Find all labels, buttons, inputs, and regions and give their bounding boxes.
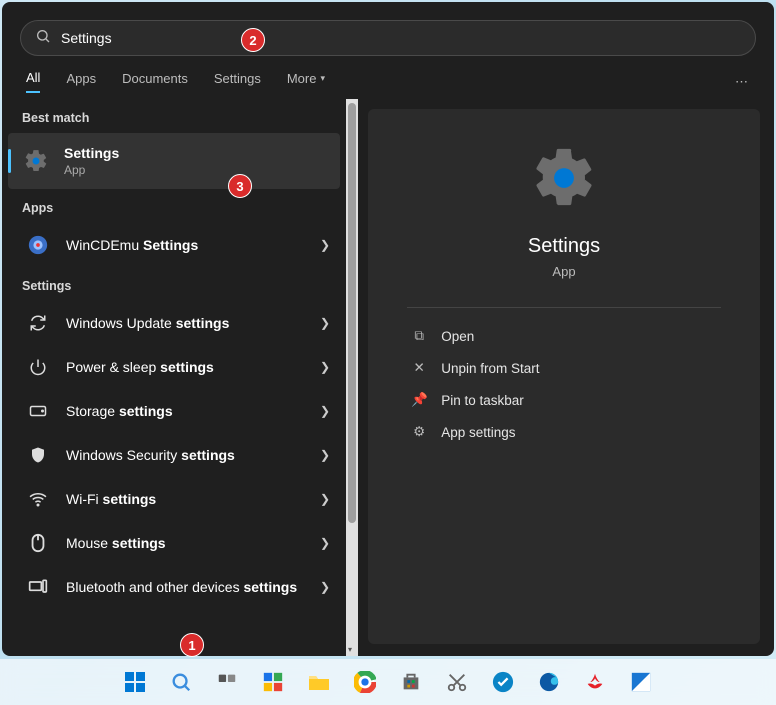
store-button[interactable] (395, 666, 427, 698)
open-icon: ⧉ (411, 328, 427, 344)
tab-settings[interactable]: Settings (214, 71, 261, 92)
action-app-settings[interactable]: ⚙App settings (407, 416, 721, 448)
wincdemu-icon (24, 231, 52, 259)
tab-apps[interactable]: Apps (66, 71, 96, 92)
options-button[interactable]: ⋯ (735, 74, 750, 90)
file-explorer[interactable] (303, 666, 335, 698)
edge-button[interactable] (533, 666, 565, 698)
gear-icon: ⚙ (411, 424, 427, 440)
chevron-right-icon: ❯ (320, 404, 330, 418)
unpin-icon: ✕ (411, 360, 427, 376)
todoist-button[interactable] (487, 666, 519, 698)
taskbar (0, 659, 776, 705)
preview-pane: Settings App ⧉Open ✕Unpin from Start 📌Pi… (358, 99, 774, 656)
result-subtitle: App (64, 163, 326, 177)
tab-documents[interactable]: Documents (122, 71, 188, 92)
preview-card: Settings App ⧉Open ✕Unpin from Start 📌Pi… (368, 109, 760, 644)
chevron-right-icon: ❯ (320, 492, 330, 506)
chevron-down-icon: ▾ (320, 73, 325, 84)
content-row: Best match Settings App Apps WinCDEmu Se… (2, 99, 774, 656)
filter-tabs: All Apps Documents Settings More▾ ⋯ (2, 66, 774, 99)
search-bar-wrap (2, 2, 774, 66)
chevron-right-icon: ❯ (320, 536, 330, 550)
setting-storage[interactable]: Storage settings ❯ (2, 389, 346, 433)
chrome-button[interactable] (349, 666, 381, 698)
shield-icon (24, 441, 52, 469)
best-match-result[interactable]: Settings App (8, 133, 340, 189)
preview-subtitle: App (552, 264, 575, 279)
snipping-tool[interactable] (441, 666, 473, 698)
selection-indicator (8, 149, 11, 173)
preview-title: Settings (528, 235, 600, 258)
devices-icon (24, 573, 52, 601)
results-scrollbar[interactable]: ▾ (346, 99, 358, 656)
mouse-icon (24, 529, 52, 557)
setting-bluetooth-devices[interactable]: Bluetooth and other devices settings ❯ (2, 565, 346, 609)
tab-more[interactable]: More▾ (287, 71, 325, 92)
result-text: Settings App (64, 145, 326, 177)
setting-wifi[interactable]: Wi-Fi settings ❯ (2, 477, 346, 521)
power-icon (24, 353, 52, 381)
taskbar-search[interactable] (165, 666, 197, 698)
chevron-right-icon: ❯ (320, 360, 330, 374)
widgets-button[interactable] (257, 666, 289, 698)
chevron-right-icon: ❯ (320, 448, 330, 462)
chevron-right-icon: ❯ (320, 238, 330, 252)
result-title: Settings (64, 145, 326, 161)
search-input[interactable] (61, 30, 741, 46)
setting-mouse[interactable]: Mouse settings ❯ (2, 521, 346, 565)
setting-power-sleep[interactable]: Power & sleep settings ❯ (2, 345, 346, 389)
wifi-icon (24, 485, 52, 513)
action-list: ⧉Open ✕Unpin from Start 📌Pin to taskbar … (407, 320, 721, 448)
gear-icon (529, 143, 599, 213)
callout-3: 3 (228, 174, 252, 198)
start-search-panel: All Apps Documents Settings More▾ ⋯ Best… (2, 2, 774, 656)
action-pin-taskbar[interactable]: 📌Pin to taskbar (407, 384, 721, 416)
search-bar[interactable] (20, 20, 756, 56)
callout-2: 2 (241, 28, 265, 52)
section-settings: Settings (2, 267, 346, 301)
pin-icon: 📌 (411, 392, 427, 408)
chevron-right-icon: ❯ (320, 580, 330, 594)
action-open[interactable]: ⧉Open (407, 320, 721, 352)
section-best-match: Best match (2, 99, 346, 133)
chevron-down-icon: ▾ (348, 645, 352, 654)
setting-windows-update[interactable]: Windows Update settings ❯ (2, 301, 346, 345)
results-list: Best match Settings App Apps WinCDEmu Se… (2, 99, 346, 656)
start-button[interactable] (119, 666, 151, 698)
app-button[interactable] (625, 666, 657, 698)
gear-icon (22, 147, 50, 175)
storage-icon (24, 397, 52, 425)
callout-1: 1 (180, 633, 204, 657)
task-view[interactable] (211, 666, 243, 698)
tab-all[interactable]: All (26, 70, 40, 93)
sync-icon (24, 309, 52, 337)
scrollbar-thumb[interactable] (348, 103, 356, 523)
app-wincdemu-settings[interactable]: WinCDEmu Settings ❯ (2, 223, 346, 267)
huawei-button[interactable] (579, 666, 611, 698)
section-apps: Apps (2, 189, 346, 223)
action-unpin-start[interactable]: ✕Unpin from Start (407, 352, 721, 384)
divider (407, 307, 721, 308)
search-icon (35, 28, 51, 49)
chevron-right-icon: ❯ (320, 316, 330, 330)
setting-windows-security[interactable]: Windows Security settings ❯ (2, 433, 346, 477)
